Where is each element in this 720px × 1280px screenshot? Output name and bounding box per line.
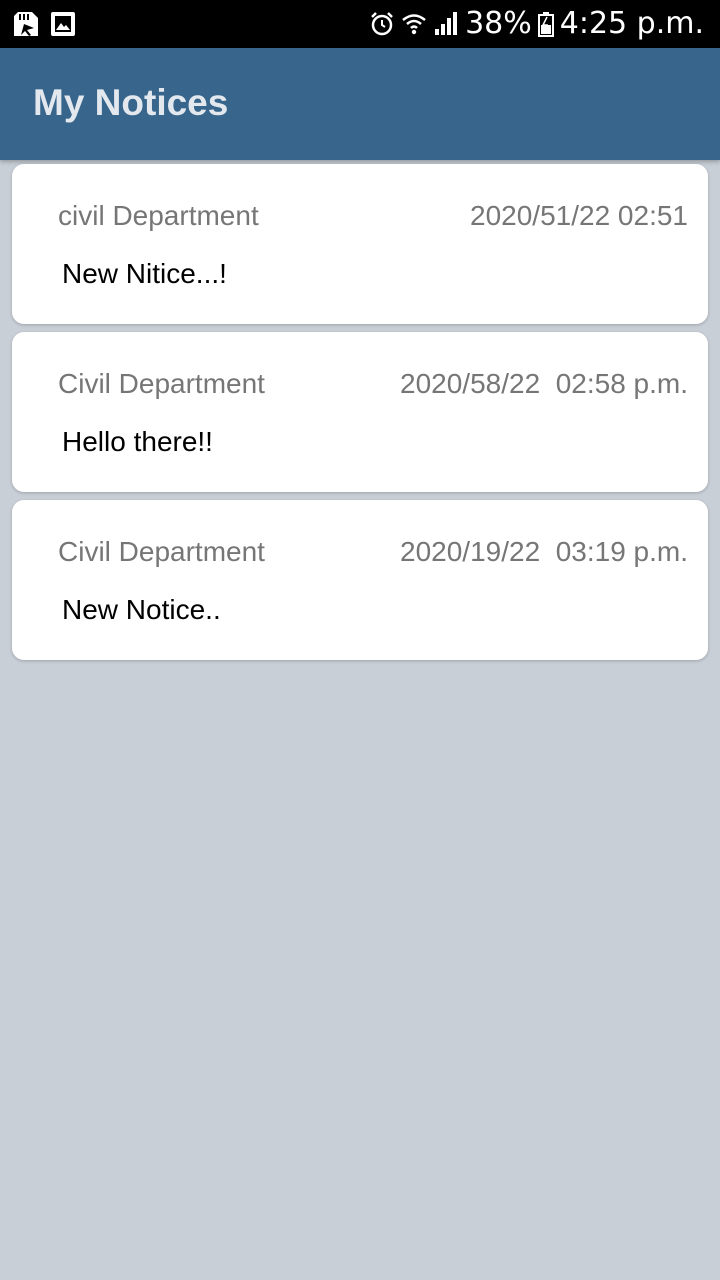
page-title: My Notices [33, 82, 229, 123]
wifi-icon [401, 11, 427, 37]
notice-datetime: 2020/51/22 02:51 [470, 200, 688, 231]
status-time: 4:25 p.m. [559, 6, 704, 41]
status-bar: 38% 4:25 p.m. [0, 0, 720, 48]
notice-message: New Notice.. [62, 594, 221, 625]
notice-message: Hello there!! [62, 426, 213, 457]
notice-department: Civil Department [58, 536, 265, 567]
notice-list: civil Department 2020/51/22 02:51 New Ni… [12, 164, 708, 668]
notice-card[interactable]: Civil Department 2020/58/22 02:58 p.m. H… [12, 332, 708, 492]
status-right: 38% 4:25 p.m. [369, 6, 704, 42]
notice-department: Civil Department [58, 368, 265, 399]
notice-card[interactable]: civil Department 2020/51/22 02:51 New Ni… [12, 164, 708, 324]
app-bar: My Notices [0, 48, 720, 160]
battery-icon [537, 11, 554, 37]
battery-percent: 38% [465, 6, 532, 41]
signal-icon [433, 11, 459, 37]
alarm-icon [369, 11, 395, 37]
notice-message: New Nitice...! [62, 258, 227, 289]
notice-datetime: 2020/58/22 02:58 p.m. [400, 368, 688, 399]
sd-card-icon [12, 10, 40, 38]
notice-datetime: 2020/19/22 03:19 p.m. [400, 536, 688, 567]
status-left-icons [12, 10, 76, 38]
image-icon [50, 11, 76, 37]
notice-card[interactable]: Civil Department 2020/19/22 03:19 p.m. N… [12, 500, 708, 660]
notice-department: civil Department [58, 200, 259, 231]
